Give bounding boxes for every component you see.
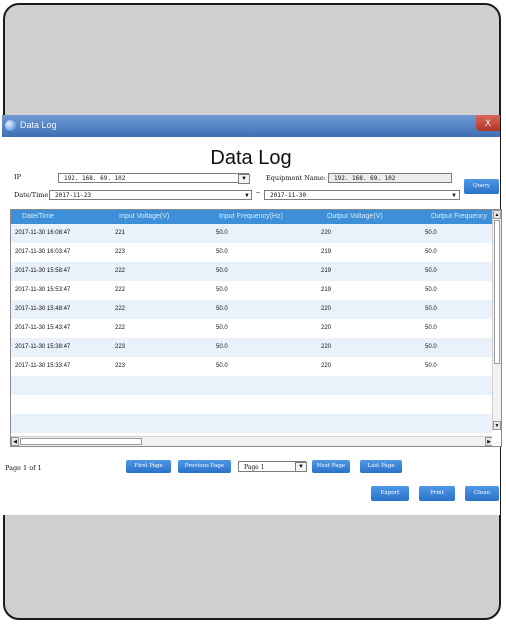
- cell-input-frequency: 50.0: [216, 363, 228, 369]
- cell-output-voltage: 220: [321, 230, 332, 236]
- cell-datetime: 2017-11-30 16:08:47: [15, 230, 71, 236]
- next-page-button[interactable]: Next Page: [312, 460, 350, 473]
- cell-datetime: 2017-11-30 15:58:47: [15, 268, 71, 274]
- cell-input-voltage: 222: [115, 325, 126, 331]
- column-header-input-voltage[interactable]: Input Voltage(V): [119, 210, 169, 224]
- cell-input-frequency: 50.0: [216, 287, 228, 293]
- cell-output-frequency: 50.0: [425, 325, 437, 331]
- ip-label: IP: [14, 173, 21, 181]
- cell-output-frequency: 50.0: [425, 249, 437, 255]
- cell-input-frequency: 50.0: [216, 344, 228, 350]
- table-row[interactable]: 2017-11-30 15:38:47 223 50.0 220 50.0: [11, 338, 493, 357]
- cell-input-frequency: 50.0: [216, 249, 228, 255]
- table-row[interactable]: 2017-11-30 16:08:47 221 50.0 220 50.0: [11, 224, 493, 243]
- page-title: Data Log: [210, 147, 292, 169]
- data-log-window: Data Log X Data Log IP 192. 168. 69. 102…: [2, 115, 502, 515]
- export-button[interactable]: Export: [371, 486, 409, 501]
- cell-output-voltage: 219: [321, 249, 332, 255]
- table-row[interactable]: 2017-11-30 16:03:47 223 50.0 219 50.0: [11, 243, 493, 262]
- cell-datetime: 2017-11-30 15:38:47: [15, 344, 71, 350]
- cell-datetime: 2017-11-30 15:53:47: [15, 287, 71, 293]
- cell-output-voltage: 220: [321, 306, 332, 312]
- empty-row: [11, 376, 493, 395]
- scroll-up-icon[interactable]: ▲: [493, 210, 501, 219]
- cell-output-voltage: 220: [321, 344, 332, 350]
- cell-datetime: 2017-11-30 16:03:47: [15, 249, 71, 255]
- clean-button[interactable]: Clean: [465, 486, 499, 501]
- print-button[interactable]: Print: [419, 486, 455, 501]
- empty-row: [11, 395, 493, 414]
- scrollbar-corner: [492, 436, 501, 446]
- datetime-label: Date/Time: [14, 191, 49, 199]
- date-to-picker[interactable]: 2017-11-30: [264, 190, 460, 200]
- previous-page-button[interactable]: Previous Page: [178, 460, 231, 473]
- equipment-name-field: 192. 168. 69. 102: [328, 173, 452, 183]
- cell-input-frequency: 50.0: [216, 230, 228, 236]
- horizontal-scroll-thumb[interactable]: [20, 438, 142, 445]
- page-select-dropdown-icon[interactable]: ▼: [295, 462, 307, 472]
- title-bar: Data Log X: [2, 115, 500, 137]
- cell-input-voltage: 222: [115, 287, 126, 293]
- column-header-input-frequency[interactable]: Input Frequency(Hz): [219, 210, 283, 224]
- vertical-scroll-thumb[interactable]: [494, 220, 500, 364]
- date-from-dropdown-icon[interactable]: ▼: [242, 192, 252, 200]
- cell-datetime: 2017-11-30 15:33:47: [15, 363, 71, 369]
- cell-output-frequency: 50.0: [425, 268, 437, 274]
- cell-input-frequency: 50.0: [216, 268, 228, 274]
- table-row[interactable]: 2017-11-30 15:33:47 223 50.0 220 50.0: [11, 357, 493, 376]
- cell-output-frequency: 50.0: [425, 344, 437, 350]
- cell-input-frequency: 50.0: [216, 325, 228, 331]
- vertical-scrollbar[interactable]: ▲ ▼: [492, 210, 501, 430]
- cell-output-frequency: 50.0: [425, 363, 437, 369]
- cell-output-voltage: 219: [321, 287, 332, 293]
- date-to-dropdown-icon[interactable]: ▼: [449, 192, 459, 200]
- table-row[interactable]: 2017-11-30 15:53:47 222 50.0 219 50.0: [11, 281, 493, 300]
- cell-datetime: 2017-11-30 15:43:47: [15, 325, 71, 331]
- first-page-button[interactable]: First Page: [126, 460, 171, 473]
- cell-input-voltage: 223: [115, 249, 126, 255]
- cell-output-frequency: 50.0: [425, 287, 437, 293]
- table-row[interactable]: 2017-11-30 15:43:47 222 50.0 220 50.0: [11, 319, 493, 338]
- table-header: Date/Time Input Voltage(V) Input Frequen…: [11, 210, 493, 224]
- app-icon: [5, 120, 16, 131]
- cell-datetime: 2017-11-30 15:48:47: [15, 306, 71, 312]
- table-row[interactable]: 2017-11-30 15:58:47 222 50.0 219 50.0: [11, 262, 493, 281]
- last-page-button[interactable]: Last Page: [360, 460, 402, 473]
- cell-input-voltage: 222: [115, 268, 126, 274]
- equipment-name-label: Equipment Name:: [266, 174, 326, 182]
- range-separator: ~: [256, 190, 261, 197]
- window-title: Data Log: [20, 120, 57, 130]
- column-header-output-frequency[interactable]: Output Frequency: [431, 210, 493, 224]
- column-header-datetime[interactable]: Date/Time: [22, 210, 54, 224]
- table-row[interactable]: 2017-11-30 15:48:47 222 50.0 220 50.0: [11, 300, 493, 319]
- empty-row: [11, 414, 493, 433]
- cell-input-voltage: 222: [115, 306, 126, 312]
- cell-output-frequency: 50.0: [425, 306, 437, 312]
- cell-input-voltage: 221: [115, 230, 126, 236]
- cell-input-voltage: 223: [115, 363, 126, 369]
- ip-select[interactable]: 192. 168. 69. 102: [58, 173, 249, 183]
- date-from-picker[interactable]: 2017-11-23: [49, 190, 252, 200]
- query-button[interactable]: Query: [464, 179, 499, 194]
- scroll-left-icon[interactable]: ◀: [11, 437, 19, 446]
- cell-input-frequency: 50.0: [216, 306, 228, 312]
- cell-output-voltage: 220: [321, 363, 332, 369]
- page-info: Page 1 of 1: [5, 464, 42, 472]
- ip-dropdown-arrow-icon[interactable]: ▼: [238, 174, 250, 184]
- cell-output-voltage: 220: [321, 325, 332, 331]
- scroll-down-icon[interactable]: ▼: [493, 421, 501, 430]
- cell-output-voltage: 219: [321, 268, 332, 274]
- close-button[interactable]: X: [476, 115, 500, 131]
- data-table: Date/Time Input Voltage(V) Input Frequen…: [10, 209, 502, 447]
- cell-output-frequency: 50.0: [425, 230, 437, 236]
- cell-input-voltage: 223: [115, 344, 126, 350]
- horizontal-scrollbar[interactable]: ◀ ▶: [11, 436, 493, 446]
- column-header-output-voltage[interactable]: Output Voltage(V): [327, 210, 383, 224]
